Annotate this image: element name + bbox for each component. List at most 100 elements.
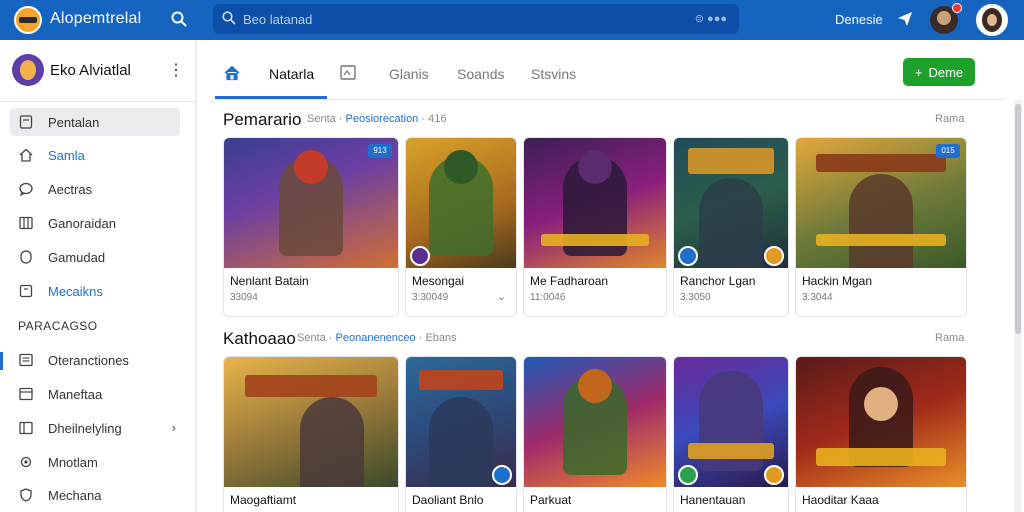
profile-header[interactable]: Eko Alviatlal ⋮ bbox=[0, 40, 196, 102]
search-bar[interactable]: ⊜ ●●● bbox=[213, 4, 739, 34]
tab-soands[interactable]: Soands bbox=[457, 66, 504, 82]
section-title: Pemarario bbox=[223, 110, 302, 129]
card-badge: 015 bbox=[936, 144, 960, 158]
game-card[interactable]: Parkuat bbox=[523, 356, 667, 512]
sidebar-item-maneftaa[interactable]: Maneftaa bbox=[10, 380, 180, 408]
card-thumbnail bbox=[796, 357, 966, 487]
sidebar-item-label: Gamudad bbox=[48, 250, 106, 265]
sidebar-item-mecaikns[interactable]: Mecaikns bbox=[10, 277, 180, 305]
home-icon bbox=[19, 148, 33, 162]
shield-icon bbox=[20, 488, 32, 502]
user-menu-label[interactable]: Denesie bbox=[835, 12, 883, 27]
card-title: Maogaftiamt bbox=[230, 493, 297, 507]
chat-icon bbox=[19, 182, 33, 197]
tab-stsvins[interactable]: Stsvins bbox=[531, 66, 576, 82]
card-thumbnail bbox=[524, 357, 666, 487]
tabs-divider bbox=[215, 99, 1005, 100]
app-logo[interactable] bbox=[14, 6, 42, 34]
sidebar-item-label: Mnotlam bbox=[48, 455, 98, 470]
document-icon bbox=[19, 115, 33, 129]
circle-icon bbox=[20, 250, 32, 264]
sidebar-item-mnotlam[interactable]: Mnotlam bbox=[10, 448, 180, 476]
scrollbar-thumb[interactable] bbox=[1015, 104, 1021, 334]
search-shortcut: ⊜ ●●● bbox=[694, 13, 727, 25]
sidebar-item-mechana[interactable]: Mechana bbox=[10, 481, 180, 509]
see-all-link[interactable]: Rama bbox=[935, 113, 964, 125]
sidebar-item-label: Ganoraidan bbox=[48, 216, 116, 231]
sidebar-section-title: PARACAGSO bbox=[18, 319, 98, 333]
notification-badge bbox=[952, 3, 962, 13]
see-all-link[interactable]: Rama bbox=[935, 332, 964, 344]
card-title: Hanentauan bbox=[680, 493, 746, 507]
sidebar-item-label: Pentalan bbox=[48, 115, 100, 130]
game-card[interactable]: 913 Nenlant Batain 33094 bbox=[223, 137, 399, 317]
selection-indicator bbox=[0, 352, 3, 370]
card-title: Hackin Mgan bbox=[802, 274, 873, 288]
card-thumbnail bbox=[224, 357, 398, 487]
more-options-icon[interactable]: ⋮ bbox=[168, 60, 184, 80]
card-title: Nenlant Batain bbox=[230, 274, 309, 288]
section-meta: Senta · Peonanenenceo · Ebans bbox=[297, 332, 457, 344]
card-title: Ranchor Lgan bbox=[680, 274, 756, 288]
card-title: Parkuat bbox=[530, 493, 572, 507]
profile-name: Eko Alviatlal bbox=[50, 62, 131, 79]
sidebar-item-label: Maneftaa bbox=[48, 387, 103, 402]
box-icon bbox=[19, 284, 33, 298]
rating-icon bbox=[764, 465, 784, 485]
game-card[interactable]: Haoditar Kaaa bbox=[795, 356, 967, 512]
card-thumbnail bbox=[524, 138, 666, 268]
section-meta-link[interactable]: Peosiorecation bbox=[346, 113, 419, 125]
main-content: Natarla Glanis Soands Stsvins + Deme Pem… bbox=[197, 40, 1024, 512]
home-icon[interactable] bbox=[223, 64, 241, 82]
card-subtitle: 11:0046 bbox=[530, 292, 566, 303]
primary-action-button[interactable]: + Deme bbox=[903, 58, 975, 86]
vertical-scrollbar[interactable] bbox=[1014, 100, 1022, 512]
sidebar-item-label: Mecaikns bbox=[48, 284, 103, 299]
section-meta-prefix: Senta · bbox=[297, 332, 333, 344]
account-avatar[interactable] bbox=[976, 4, 1008, 36]
section-meta-link[interactable]: Peonanenenceo bbox=[336, 332, 416, 344]
game-card[interactable]: Daoliant Bnlo bbox=[405, 356, 517, 512]
sidebar-item-gamudad[interactable]: Gamudad bbox=[10, 243, 180, 271]
search-input[interactable] bbox=[243, 8, 663, 30]
gear-icon bbox=[20, 456, 32, 468]
search-icon[interactable] bbox=[170, 10, 188, 28]
game-card[interactable]: Maogaftiamt bbox=[223, 356, 399, 512]
chevron-right-icon: › bbox=[171, 420, 176, 435]
card-subtitle: 3:30049 bbox=[412, 292, 449, 303]
tab-glanis[interactable]: Glanis bbox=[389, 66, 429, 82]
send-icon[interactable] bbox=[896, 10, 914, 28]
section-meta-prefix: Senta · bbox=[307, 113, 343, 125]
card-title: Daoliant Bnlo bbox=[412, 493, 484, 507]
sidebar-item-samla[interactable]: Samla bbox=[10, 141, 180, 169]
panel-icon bbox=[19, 421, 33, 435]
sidebar-item-label: Oteranctiones bbox=[48, 353, 129, 368]
chevron-down-icon[interactable]: ⌄ bbox=[497, 290, 506, 303]
profile-avatar bbox=[12, 54, 44, 86]
sidebar-item-dheilnelyling[interactable]: Dheilnelyling › bbox=[10, 414, 180, 442]
plus-icon: + bbox=[914, 64, 923, 80]
game-card[interactable]: 015 Hackin Mgan 3:3044 bbox=[795, 137, 967, 317]
tab-natarla[interactable]: Natarla bbox=[269, 66, 314, 82]
card-subtitle: 3:3044 bbox=[802, 292, 833, 303]
platform-icon bbox=[492, 465, 512, 485]
card-subtitle: 33094 bbox=[230, 292, 258, 303]
sidebar-item-label: Dheilnelyling bbox=[48, 421, 122, 436]
sidebar-item-ganoraidan[interactable]: Ganoraidan bbox=[10, 209, 180, 237]
primary-action-label: Deme bbox=[928, 64, 964, 80]
game-card[interactable]: Mesongai 3:30049 ⌄ bbox=[405, 137, 517, 317]
section-title: Kathoaao bbox=[223, 329, 296, 348]
list-icon bbox=[19, 353, 33, 367]
image-icon[interactable] bbox=[339, 64, 359, 82]
sidebar-item-pentalan[interactable]: Pentalan bbox=[10, 108, 180, 136]
game-card[interactable]: Me Fadharoan 11:0046 bbox=[523, 137, 667, 317]
sidebar-item-aectras[interactable]: Aectras bbox=[10, 175, 180, 203]
sidebar-item-label: Mechana bbox=[48, 488, 102, 503]
card-title: Me Fadharoan bbox=[530, 274, 609, 288]
sidebar-item-label: Aectras bbox=[48, 182, 93, 197]
game-card[interactable]: Ranchor Lgan 3:3050 bbox=[673, 137, 789, 317]
platform-icon bbox=[678, 246, 698, 266]
game-logo-icon bbox=[410, 246, 430, 266]
sidebar-item-oteranctiones[interactable]: Oteranctiones bbox=[10, 346, 180, 374]
game-card[interactable]: Hanentauan bbox=[673, 356, 789, 512]
